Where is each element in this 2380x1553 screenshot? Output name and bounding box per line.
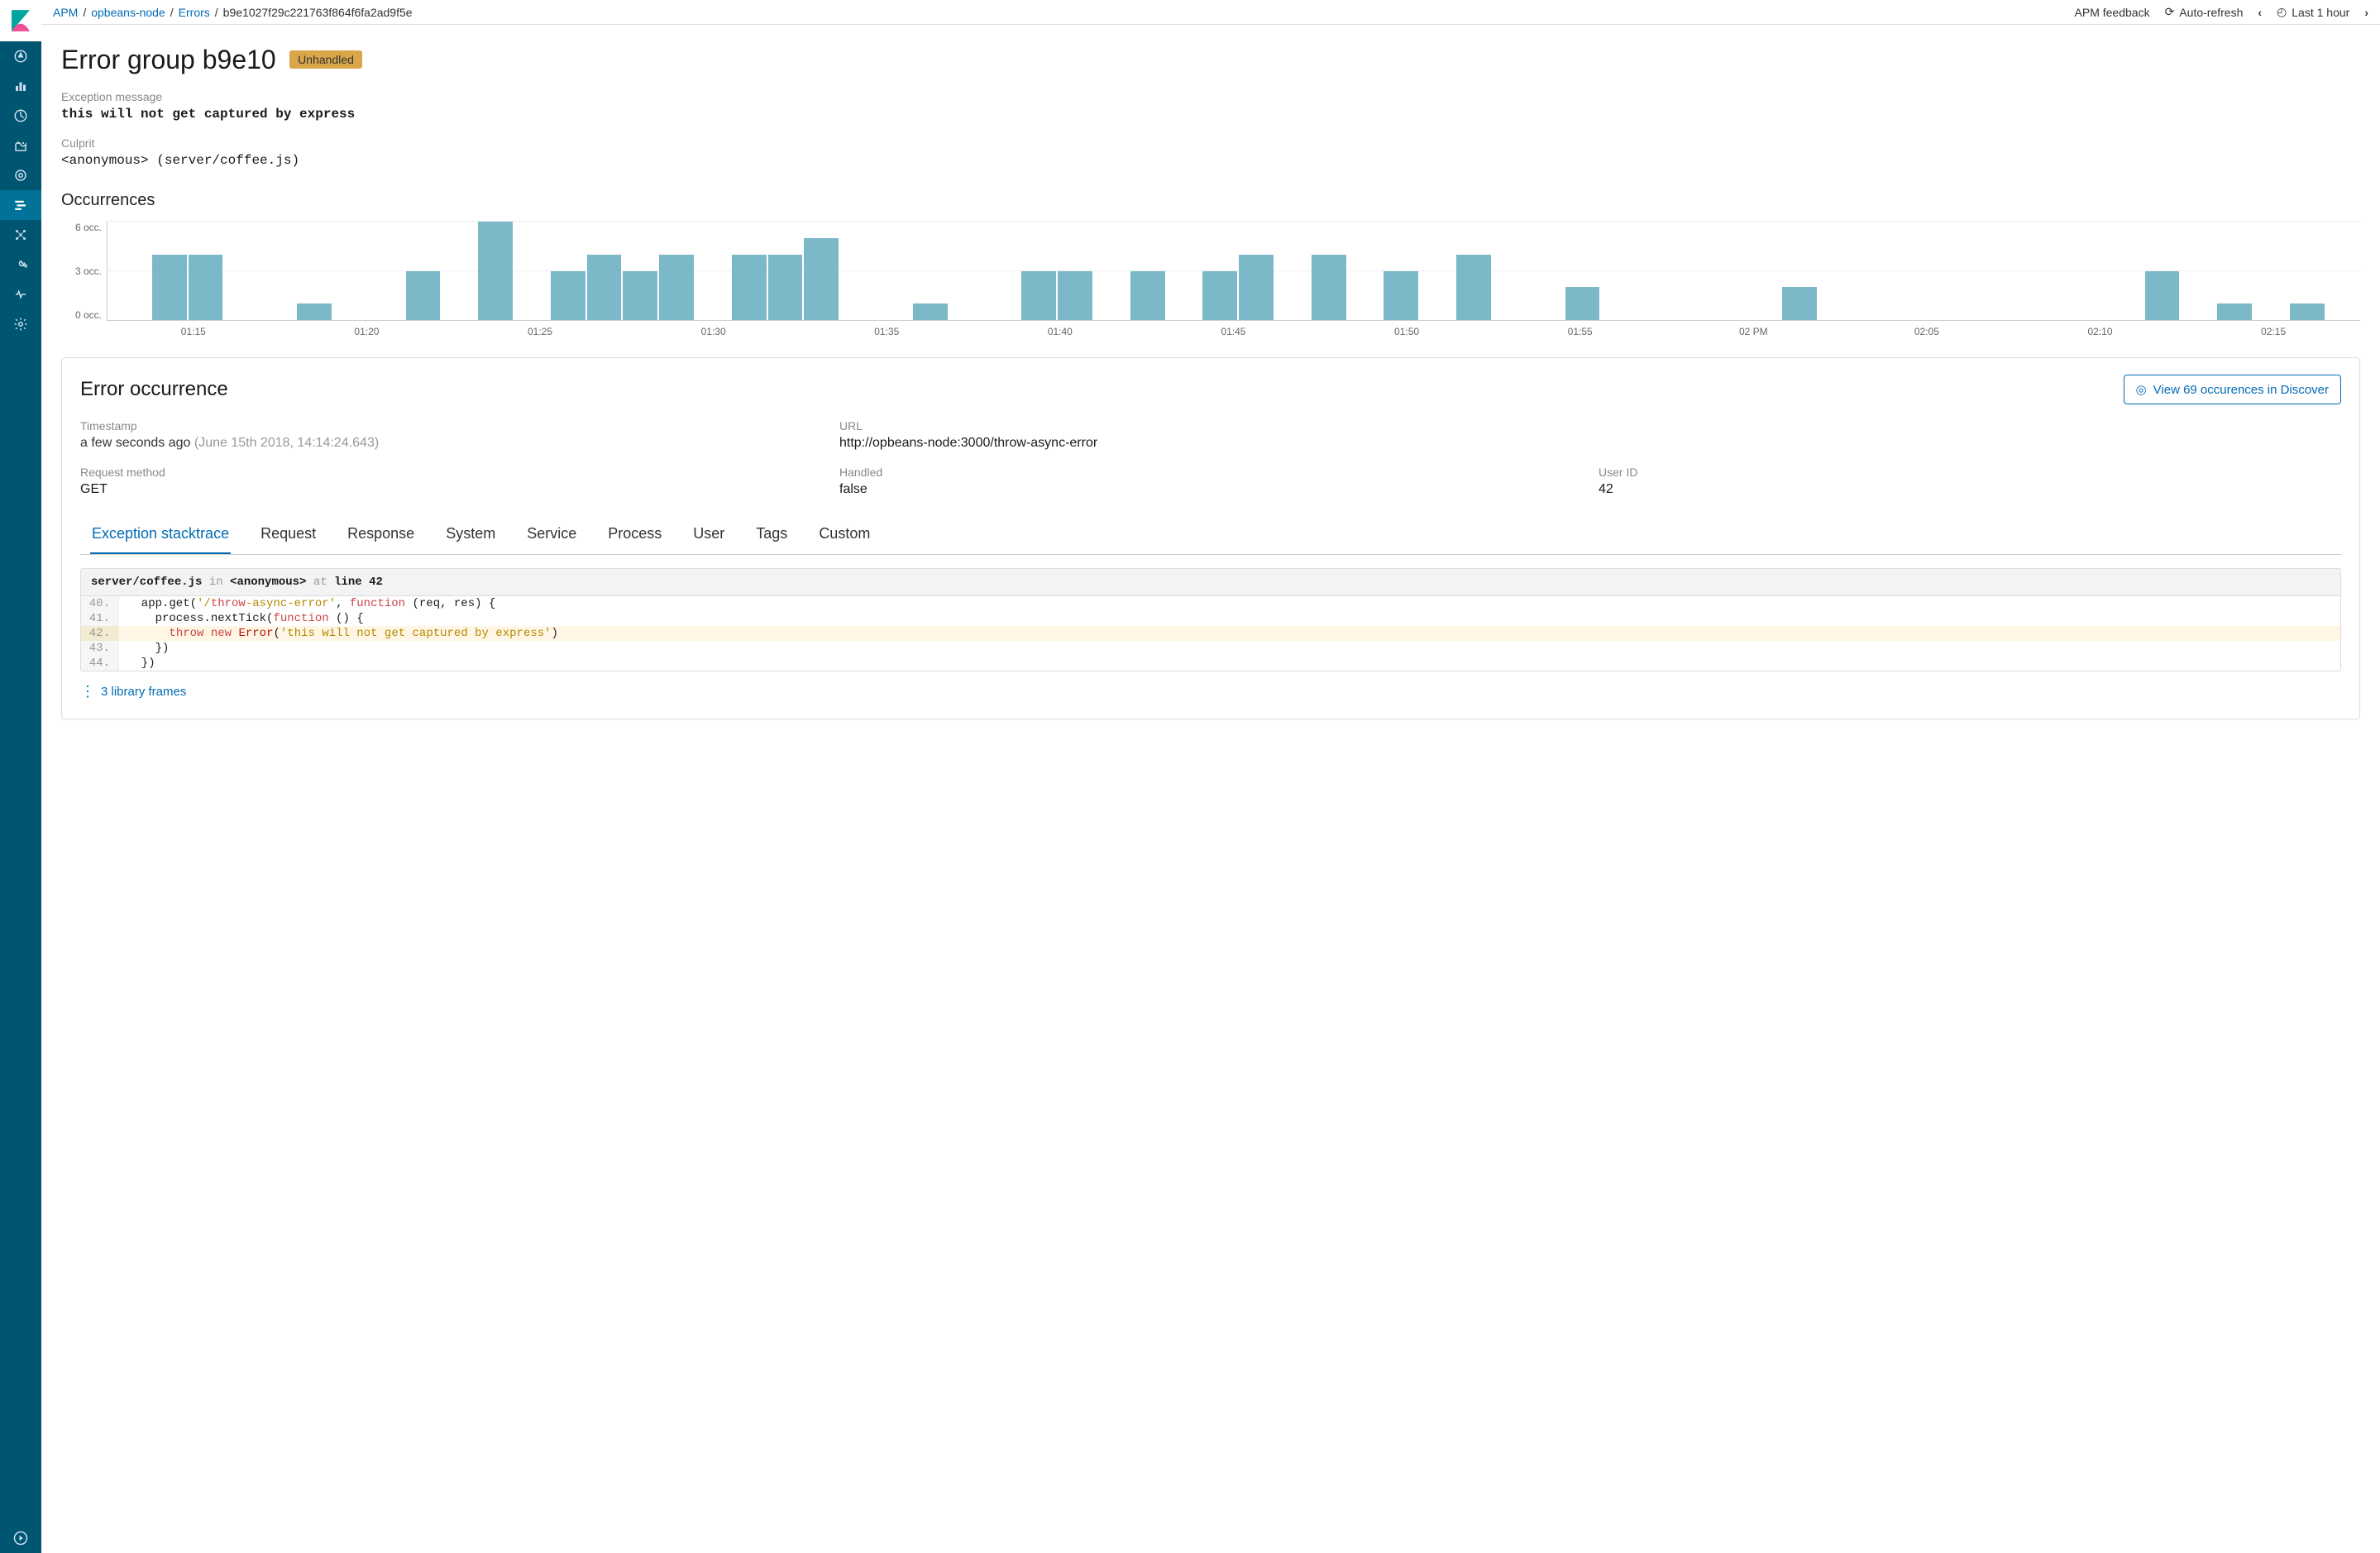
culprit-value: <anonymous> (server/coffee.js) bbox=[61, 153, 2360, 168]
breadcrumb-errors[interactable]: Errors bbox=[179, 6, 210, 19]
chart-bar[interactable] bbox=[551, 271, 585, 321]
code-line: 40. app.get('/throw-async-error', functi… bbox=[81, 596, 2340, 611]
request-method-label: Request method bbox=[80, 466, 823, 479]
nav-canvas-icon[interactable] bbox=[0, 160, 41, 190]
ellipsis-icon: ⋮ bbox=[80, 683, 94, 700]
chart-bar[interactable] bbox=[189, 255, 223, 320]
side-nav bbox=[0, 0, 41, 1553]
chart-bar[interactable] bbox=[768, 255, 803, 320]
page-title: Error group b9e10 bbox=[61, 45, 276, 75]
chart-bar[interactable] bbox=[1456, 255, 1491, 320]
url-label: URL bbox=[839, 419, 1582, 432]
time-prev-button[interactable]: ‹ bbox=[2258, 6, 2262, 19]
nav-devtools-icon[interactable] bbox=[0, 250, 41, 280]
user-id-value: 42 bbox=[1599, 482, 2341, 497]
culprit-label: Culprit bbox=[61, 136, 2360, 150]
occurrence-tabs: Exception stacktrace Request Response Syste… bbox=[80, 517, 2341, 555]
chart-bar[interactable] bbox=[1312, 255, 1346, 320]
chart-bar[interactable] bbox=[1130, 271, 1165, 321]
nav-collapse-icon[interactable] bbox=[0, 1523, 41, 1553]
url-value: http://opbeans-node:3000/throw-async-err… bbox=[839, 436, 1582, 451]
stacktrace-header: server/coffee.js in <anonymous> at line … bbox=[81, 569, 2340, 596]
nav-management-icon[interactable] bbox=[0, 309, 41, 339]
tab-exception-stacktrace[interactable]: Exception stacktrace bbox=[90, 517, 231, 554]
chart-bar[interactable] bbox=[478, 222, 513, 320]
occurrences-chart: 6 occ.3 occ.0 occ. bbox=[61, 222, 2360, 321]
refresh-icon: ⟳ bbox=[2165, 5, 2175, 19]
breadcrumb-current: b9e1027f29c221763f864f6fa2ad9f5e bbox=[223, 6, 413, 19]
breadcrumb-apm[interactable]: APM bbox=[53, 6, 78, 19]
unhandled-badge: Unhandled bbox=[289, 50, 362, 69]
top-bar: APM / opbeans-node / Errors / b9e1027f29… bbox=[41, 0, 2380, 25]
chart-bar[interactable] bbox=[2290, 303, 2325, 320]
exception-message-label: Exception message bbox=[61, 90, 2360, 103]
code-line: 44. }) bbox=[81, 656, 2340, 671]
chart-bar[interactable] bbox=[1239, 255, 1274, 320]
request-method-value: GET bbox=[80, 482, 823, 497]
nav-visualize-icon[interactable] bbox=[0, 71, 41, 101]
stacktrace-code-panel: server/coffee.js in <anonymous> at line … bbox=[80, 568, 2341, 671]
breadcrumb-service[interactable]: opbeans-node bbox=[91, 6, 165, 19]
chart-bar[interactable] bbox=[732, 255, 767, 320]
chart-bar[interactable] bbox=[2145, 271, 2180, 321]
tab-request[interactable]: Request bbox=[259, 517, 318, 554]
occurrences-title: Occurrences bbox=[61, 191, 2360, 210]
timestamp-value: a few seconds ago (June 15th 2018, 14:14… bbox=[80, 436, 823, 451]
nav-discover-icon[interactable] bbox=[0, 41, 41, 71]
tab-user[interactable]: User bbox=[691, 517, 726, 554]
chart-bar[interactable] bbox=[406, 271, 441, 321]
chart-bar[interactable] bbox=[1058, 271, 1092, 321]
chart-bar[interactable] bbox=[1384, 271, 1418, 321]
view-in-discover-button[interactable]: ◎ View 69 occurences in Discover bbox=[2124, 375, 2341, 404]
handled-value: false bbox=[839, 482, 1582, 497]
chart-bar[interactable] bbox=[587, 255, 622, 320]
exception-message: this will not get captured by express bbox=[61, 107, 2360, 122]
chart-bar[interactable] bbox=[2217, 303, 2252, 320]
chart-bar[interactable] bbox=[1202, 271, 1237, 321]
nav-ml-icon[interactable] bbox=[0, 220, 41, 250]
chart-bar[interactable] bbox=[913, 303, 948, 320]
code-line: 42. throw new Error('this will not get c… bbox=[81, 626, 2340, 641]
chart-bar[interactable] bbox=[1565, 287, 1600, 320]
tab-system[interactable]: System bbox=[444, 517, 497, 554]
chart-bar[interactable] bbox=[152, 255, 187, 320]
chart-bar[interactable] bbox=[804, 238, 839, 320]
chart-bar[interactable] bbox=[623, 271, 657, 321]
tab-process[interactable]: Process bbox=[606, 517, 663, 554]
tab-custom[interactable]: Custom bbox=[817, 517, 872, 554]
discover-icon: ◎ bbox=[2136, 382, 2147, 397]
handled-label: Handled bbox=[839, 466, 1582, 479]
time-next-button[interactable]: › bbox=[2364, 6, 2368, 19]
user-id-label: User ID bbox=[1599, 466, 2341, 479]
clock-icon: ◴ bbox=[2277, 5, 2287, 19]
nav-monitoring-icon[interactable] bbox=[0, 280, 41, 309]
tab-service[interactable]: Service bbox=[525, 517, 578, 554]
nav-dashboard-icon[interactable] bbox=[0, 101, 41, 131]
error-occurrence-panel: Error occurrence ◎ View 69 occurences in… bbox=[61, 357, 2360, 719]
code-line: 41. process.nextTick(function () { bbox=[81, 611, 2340, 626]
timestamp-label: Timestamp bbox=[80, 419, 823, 432]
auto-refresh-button[interactable]: ⟳ Auto-refresh bbox=[2165, 5, 2244, 19]
breadcrumb: APM / opbeans-node / Errors / b9e1027f29… bbox=[53, 6, 413, 19]
chart-bar[interactable] bbox=[659, 255, 694, 320]
apm-feedback-link[interactable]: APM feedback bbox=[2075, 6, 2150, 19]
time-range-picker[interactable]: ◴ Last 1 hour bbox=[2277, 5, 2349, 19]
nav-timelion-icon[interactable] bbox=[0, 131, 41, 160]
kibana-logo[interactable] bbox=[0, 0, 41, 41]
tab-response[interactable]: Response bbox=[346, 517, 416, 554]
error-occurrence-title: Error occurrence bbox=[80, 378, 228, 401]
chart-bar[interactable] bbox=[297, 303, 332, 320]
nav-apm-icon[interactable] bbox=[0, 190, 41, 220]
tab-tags[interactable]: Tags bbox=[754, 517, 789, 554]
library-frames-toggle[interactable]: ⋮ 3 library frames bbox=[80, 683, 2341, 700]
chart-bar[interactable] bbox=[1782, 287, 1817, 320]
chart-bar[interactable] bbox=[1021, 271, 1056, 321]
code-line: 43. }) bbox=[81, 641, 2340, 656]
